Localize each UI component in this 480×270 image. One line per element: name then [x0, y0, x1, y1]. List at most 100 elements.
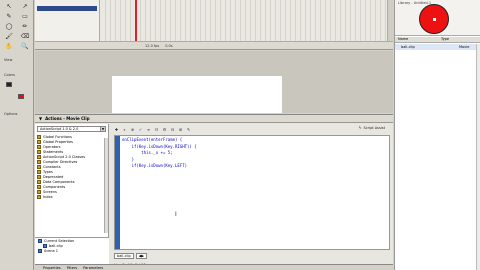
actions-title: Actions - Movie Clip	[45, 116, 90, 121]
registration-point	[433, 18, 436, 21]
chevron-down-icon[interactable]: ▼	[100, 127, 105, 131]
tree-item-label: Compiler Directives	[43, 159, 78, 164]
text-cursor-icon: I	[175, 211, 177, 218]
tree-item-label: Deprecated	[43, 174, 64, 179]
book-icon	[37, 194, 41, 199]
tool-grid: ↖ ↗ ✎ ▭ ◯ ✏ 🖌 ⌫ ✋ 🔍	[2, 2, 32, 50]
zoom-tool-icon[interactable]: 🔍	[18, 42, 32, 50]
tab-filters[interactable]: Filters	[67, 266, 78, 270]
tree-item-label: Operators	[43, 144, 61, 149]
tree-item[interactable]: Index	[37, 194, 106, 199]
script-assist-icon: ✎	[358, 126, 362, 130]
view-section-label: View	[4, 58, 13, 62]
rectangle-tool-icon[interactable]: ▭	[18, 12, 32, 20]
actions-tree: Global Functions Global Properties Opera…	[37, 134, 106, 199]
stage[interactable]	[112, 76, 282, 113]
line-gutter	[115, 136, 120, 249]
add-icon[interactable]: ✚	[114, 127, 119, 132]
nav-item-label: Scene 1	[44, 248, 59, 253]
code-text[interactable]: onClipEvent(enterFrame) { if(Key.isDown(…	[122, 137, 197, 170]
eraser-tool-icon[interactable]: ⌫	[18, 32, 32, 40]
line-tool-icon[interactable]: ✎	[2, 12, 16, 20]
collapse-arrow-icon[interactable]: ▼	[39, 116, 42, 121]
actions-panel: ▼ Actions - Movie Clip ActionScript 1.0 …	[35, 114, 393, 270]
colors-section-label: Colors	[4, 73, 15, 77]
tree-item-label: Data Components	[43, 179, 75, 184]
time-readout: 0.0s	[165, 44, 173, 48]
tree-item-label: Screens	[43, 189, 57, 194]
hand-tool-icon[interactable]: ✋	[2, 42, 16, 50]
timeline-status: 12.0 fps 0.0s	[145, 44, 173, 48]
col-name[interactable]: Name	[395, 37, 438, 42]
actions-title-bar[interactable]: ▼ Actions - Movie Clip	[35, 115, 393, 123]
stroke-color-swatch[interactable]	[6, 82, 12, 87]
timeline-bottom-bar: 12.0 fps 0.0s	[35, 41, 393, 49]
script-assist-label: Script Assist	[363, 126, 385, 130]
pin-script-icon[interactable]: ◀▶	[135, 253, 148, 259]
timeline: 12.0 fps 0.0s	[35, 0, 393, 50]
library-scrollbar[interactable]	[476, 44, 480, 270]
library-item-name: ball-clip	[401, 45, 415, 49]
stage-area	[35, 51, 393, 113]
nav-item-label: ball-clip	[49, 243, 63, 248]
comment-icon[interactable]: ✎	[186, 127, 191, 132]
nav-item-scene[interactable]: Scene 1	[35, 248, 109, 253]
book-icon	[37, 169, 41, 174]
options-section-label: Options	[4, 112, 18, 116]
target-icon[interactable]: ⊕	[130, 127, 135, 132]
oval-tool-icon[interactable]: ◯	[2, 22, 16, 30]
library-preview: Library - Untitled-1	[395, 0, 480, 36]
fill-color-swatch[interactable]	[18, 94, 24, 99]
playhead[interactable]	[135, 0, 137, 42]
book-icon	[37, 164, 41, 169]
selection-tool-icon[interactable]: ↖	[2, 2, 16, 10]
tree-item-label: Index	[43, 194, 53, 199]
bottom-panel-tabs: Properties Filters Parameters	[35, 264, 393, 270]
debug-icon[interactable]: ⚙	[162, 127, 167, 132]
code-editor[interactable]: onClipEvent(enterFrame) { if(Key.isDown(…	[114, 135, 390, 250]
tree-item-label: ActionScript 2.0 Classes	[43, 154, 86, 159]
pencil-tool-icon[interactable]: ✏	[18, 22, 32, 30]
brush-tool-icon[interactable]: 🖌	[2, 32, 16, 40]
fps-readout: 12.0 fps	[145, 44, 160, 48]
layer-row[interactable]	[37, 6, 97, 11]
collapse-icon[interactable]: ⊟	[170, 127, 175, 132]
tree-item-label: Statements	[43, 149, 64, 154]
code-hint-icon[interactable]: ☷	[154, 127, 159, 132]
tree-item-label: Global Functions	[43, 134, 72, 139]
layer-panel	[35, 0, 100, 42]
code-line: if(Key.isDown(Key.LEFT)	[122, 163, 188, 168]
library-header: Name Type	[395, 37, 480, 43]
script-assist-button[interactable]: ✎ Script Assist	[359, 126, 385, 130]
book-icon	[37, 184, 41, 189]
tree-item-label: Constants	[43, 164, 61, 169]
auto-format-icon[interactable]: ≡	[146, 127, 151, 132]
book-icon	[37, 144, 41, 149]
code-tab-ball-clip[interactable]: ball-clip	[114, 253, 134, 259]
book-icon	[37, 189, 41, 194]
book-icon	[37, 154, 41, 159]
book-icon	[37, 174, 41, 179]
tab-properties[interactable]: Properties	[43, 266, 61, 270]
library-item[interactable]: ball-clip Movie	[395, 44, 480, 50]
tree-item-label: Global Properties	[43, 139, 73, 144]
frame-grid[interactable]	[101, 0, 393, 42]
ball-preview	[419, 4, 449, 34]
find-icon[interactable]: ⌕	[122, 127, 127, 132]
tree-item-label: Types	[43, 169, 53, 174]
timeline-scrollbar[interactable]	[387, 0, 393, 42]
code-toolbar: ✚ ⌕ ⊕ ✓ ≡ ☷ ⚙ ⊟ ⊞ ✎ ✎ Script Assist	[110, 124, 393, 134]
as-version-value: ActionScript 1.0 & 2.0	[40, 127, 79, 131]
book-icon	[37, 139, 41, 144]
scene-icon	[38, 248, 42, 253]
movie-clip-icon	[43, 243, 47, 248]
toolbox-scrollbar[interactable]	[104, 138, 108, 233]
as-version-select[interactable]: ActionScript 1.0 & 2.0 ▼	[37, 126, 106, 132]
tree-item-label: Components	[43, 184, 66, 189]
expand-icon[interactable]: ⊞	[178, 127, 183, 132]
library-title: Library - Untitled-1	[398, 1, 432, 5]
col-type[interactable]: Type	[438, 37, 480, 42]
subselection-tool-icon[interactable]: ↗	[18, 2, 32, 10]
check-syntax-icon[interactable]: ✓	[138, 127, 143, 132]
tab-parameters[interactable]: Parameters	[83, 266, 103, 270]
